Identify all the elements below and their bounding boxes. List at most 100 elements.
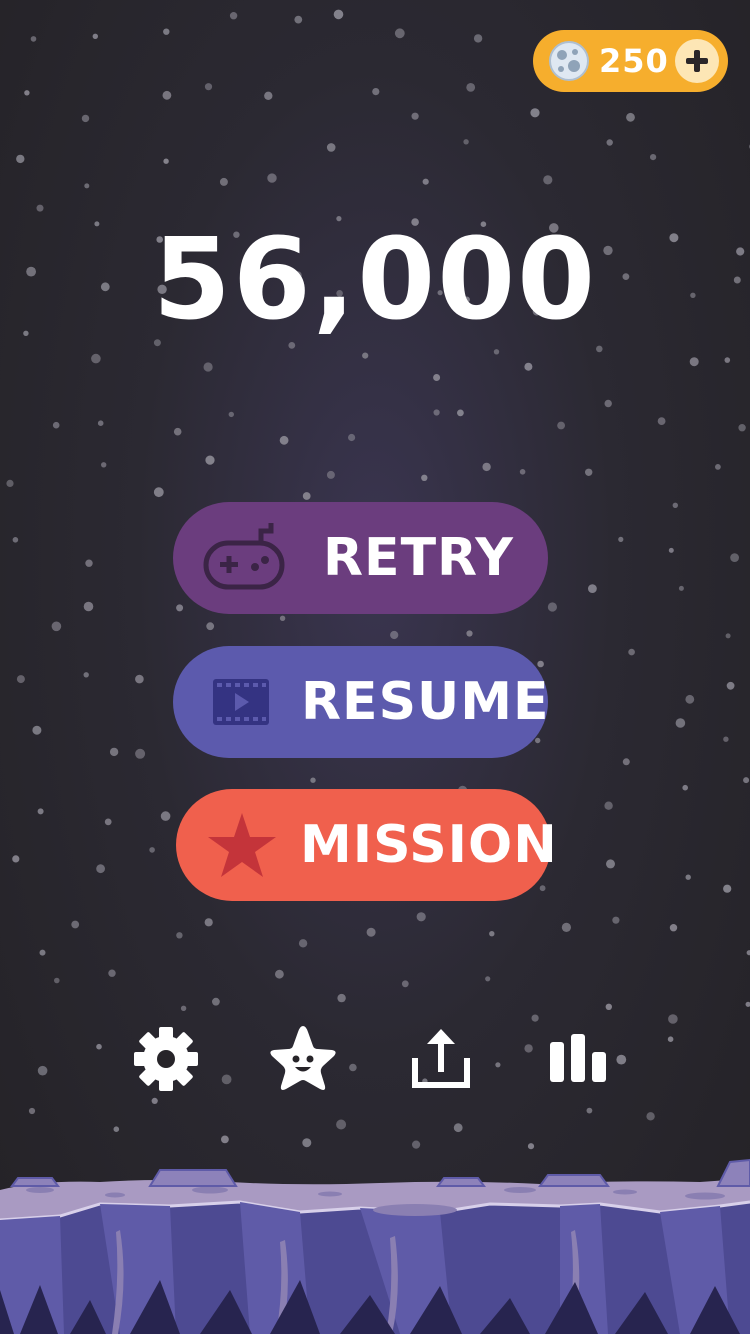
mission-label: MISSION (300, 815, 558, 875)
star-dot (162, 90, 172, 100)
star-dot (104, 818, 112, 826)
mission-button[interactable]: MISSION (176, 789, 557, 901)
star-dot (622, 758, 630, 766)
star-dot (163, 158, 169, 164)
star-dot (394, 28, 405, 39)
star-dot (12, 537, 19, 543)
star-dot (30, 36, 37, 42)
star-dot (176, 604, 184, 612)
star-dot (204, 83, 213, 91)
star-dot (205, 455, 215, 465)
star-dot (669, 924, 678, 932)
star-dot (91, 353, 101, 364)
star-dot (333, 9, 344, 20)
star-dot (453, 1123, 463, 1133)
star-dot (543, 175, 553, 185)
star-dot (51, 621, 62, 632)
star-dot (37, 1065, 48, 1076)
star-dot (667, 1036, 674, 1042)
leaderboard-icon[interactable] (543, 1024, 613, 1094)
star-dot (326, 470, 335, 479)
share-icon[interactable] (406, 1024, 476, 1094)
star-face-icon[interactable] (268, 1024, 338, 1094)
star-dot (586, 1107, 593, 1114)
star-dot (149, 847, 155, 853)
star-dot (52, 421, 60, 429)
star-dot (151, 1097, 158, 1104)
star-dot (109, 747, 119, 757)
score-display: 56,000 (152, 215, 598, 345)
star-dot (163, 28, 170, 35)
star-dot (203, 362, 213, 372)
star-dot (557, 421, 565, 430)
star-dot (212, 997, 220, 1006)
star-dot (275, 969, 284, 979)
star-dot (626, 112, 635, 122)
moon-rock-icon (549, 41, 589, 81)
coin-count: 250 (599, 42, 669, 80)
star-dot (337, 993, 346, 1003)
star-dot (113, 1126, 120, 1132)
star-dot (612, 916, 620, 924)
star-dot (493, 349, 500, 355)
moon-surface (0, 1158, 750, 1334)
star-dot (726, 681, 735, 690)
star-dot (743, 777, 750, 784)
gamepad-icon (203, 523, 285, 590)
star-dot (310, 777, 316, 783)
star-dot (646, 1112, 655, 1121)
star-dot (153, 487, 164, 498)
star-dot (596, 345, 603, 353)
star-dot (92, 33, 99, 39)
star-dot (390, 630, 399, 640)
star-dot (16, 154, 25, 164)
star-dot (668, 547, 674, 553)
star-dot (606, 139, 613, 146)
star-icon (208, 813, 276, 877)
star-dot (180, 1005, 187, 1011)
coin-counter: 250 (533, 30, 728, 92)
star-dot (12, 855, 20, 863)
retry-label: RETRY (323, 528, 514, 588)
star-dot (401, 980, 409, 988)
add-coins-button[interactable] (675, 39, 719, 83)
star-dot (221, 1074, 232, 1085)
star-dot (482, 462, 491, 472)
resume-label: RESUME (301, 672, 550, 732)
star-dot (96, 864, 105, 874)
star-dot (411, 112, 419, 120)
star-dot (463, 139, 469, 145)
star-dot (160, 811, 171, 821)
star-dot (97, 420, 104, 427)
star-dot (730, 553, 739, 562)
star-dot (689, 357, 699, 367)
resume-button[interactable]: RESUME (173, 646, 550, 758)
star-dot (422, 178, 429, 185)
retry-button[interactable]: RETRY (173, 502, 548, 614)
star-dot (302, 492, 311, 500)
star-dot (267, 173, 277, 183)
star-dot (745, 1001, 750, 1007)
star-dot (173, 427, 182, 436)
star-dot (433, 409, 440, 416)
star-dot (466, 83, 476, 92)
star-dot (348, 433, 356, 442)
gear-icon[interactable] (131, 1024, 201, 1094)
star-dot (685, 694, 695, 704)
star-dot (349, 1063, 357, 1072)
star-dot (206, 622, 215, 631)
star-dot (229, 12, 238, 20)
star-dot (85, 559, 93, 567)
star-dot (685, 874, 691, 880)
star-dot (485, 976, 491, 982)
star-dot (675, 718, 686, 728)
star-dot (724, 357, 731, 363)
star-dot (668, 1014, 678, 1024)
star-dot (723, 884, 732, 893)
star-dot (561, 922, 572, 933)
star-dot (604, 801, 613, 810)
star-dot (457, 409, 464, 417)
star-dot (657, 417, 666, 425)
star-dot (489, 931, 495, 937)
star-dot (176, 932, 183, 939)
